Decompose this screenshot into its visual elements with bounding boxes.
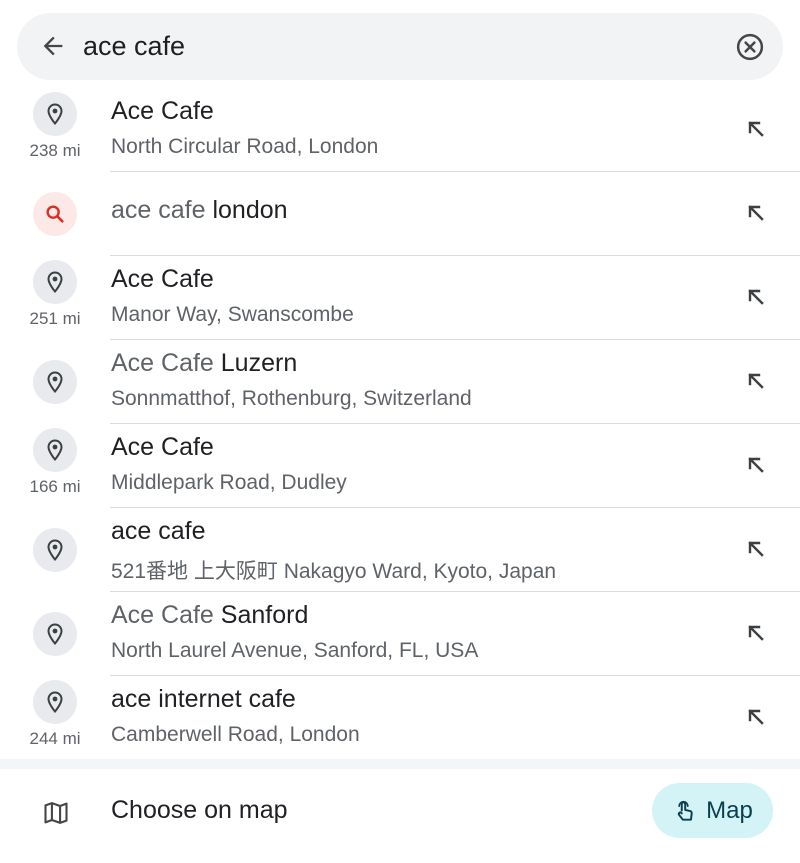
clear-search-button[interactable] [733, 30, 767, 64]
fill-query-button[interactable] [740, 617, 772, 649]
distance-label: 244 mi [29, 729, 81, 748]
result-address: 521番地 上大阪町 Nakagyo Ward, Kyoto, Japan [111, 560, 557, 583]
result-title-text: ace internet cafe [111, 685, 296, 713]
arrow-up-left-icon [748, 289, 764, 305]
place-suggestion-row[interactable]: Ace Cafe Sanford North Laurel Avenue, San… [0, 592, 800, 676]
result-address: Sonnmatthof, Rothenburg, Switzerland [111, 387, 472, 410]
fill-query-button[interactable] [740, 113, 772, 145]
result-title: ace cafe [111, 517, 206, 546]
result-icon [33, 528, 77, 572]
fill-query-button[interactable] [740, 365, 772, 397]
place-pin-icon [47, 439, 63, 462]
fill-query-button[interactable] [740, 449, 772, 481]
result-address: Manor Way, Swanscombe [111, 303, 354, 326]
suggestions-list: 238 mi Ace Cafe North Circular Road, Londo… [0, 88, 800, 760]
arrow-up-left-icon [748, 205, 764, 221]
search-input[interactable] [83, 25, 683, 67]
result-title-text: Luzern [220, 349, 298, 377]
place-pin-icon [47, 691, 63, 714]
result-title-text: Sanford [220, 601, 309, 629]
fill-query-button[interactable] [740, 281, 772, 313]
result-title-text: london [212, 196, 288, 224]
fill-query-button[interactable] [740, 197, 772, 229]
arrow-up-left-icon [748, 625, 764, 641]
place-suggestion-row[interactable]: Ace Cafe Luzern Sonnmatthof, Rothenburg, … [0, 340, 800, 424]
result-title: ace cafe london [111, 196, 288, 225]
result-title-text: ace cafe [111, 517, 206, 545]
distance-label: 166 mi [29, 477, 81, 496]
distance-label: 251 mi [29, 309, 81, 328]
place-suggestion-row[interactable]: 244 mi ace internet cafe Camberwell Road, … [0, 676, 800, 760]
result-title: Ace Cafe [111, 265, 214, 294]
query-suggestion-row[interactable]: ace cafe london [0, 172, 800, 256]
result-title-text: Ace Cafe [111, 433, 214, 461]
result-title-match: ace cafe [111, 196, 213, 224]
place-pin-icon [47, 623, 63, 646]
result-icon [33, 260, 77, 304]
place-suggestion-row[interactable]: ace cafe 521番地 上大阪町 Nakagyo Ward, Kyoto, … [0, 508, 800, 592]
result-title: Ace Cafe [111, 97, 214, 126]
result-icon [33, 428, 77, 472]
place-pin-icon [47, 271, 63, 294]
result-address: Camberwell Road, London [111, 723, 360, 746]
map-button[interactable]: Map [652, 783, 773, 838]
result-title-match: Ace Cafe [111, 601, 221, 629]
place-pin-icon [47, 103, 63, 126]
touch-icon [678, 800, 693, 821]
result-icon [33, 612, 77, 656]
result-title-text: Ace Cafe [111, 97, 214, 125]
result-address: North Circular Road, London [111, 135, 379, 158]
place-pin-icon [47, 371, 63, 394]
result-icon [33, 192, 77, 236]
place-suggestion-row[interactable]: 166 mi Ace Cafe Middlepark Road, Dudley [0, 424, 800, 508]
place-suggestion-row[interactable]: 251 mi Ace Cafe Manor Way, Swanscombe [0, 256, 800, 340]
arrow-up-left-icon [748, 373, 764, 389]
map-icon [40, 797, 72, 829]
result-address: North Laurel Avenue, Sanford, FL, USA [111, 639, 479, 662]
arrow-back-icon [43, 36, 63, 56]
result-icon [33, 360, 77, 404]
result-icon [33, 92, 77, 136]
search-icon [46, 205, 64, 223]
choose-on-map-row[interactable]: Choose on map Map [0, 769, 800, 863]
map-button-label: Map [706, 796, 753, 824]
arrow-up-left-icon [748, 457, 764, 473]
clear-circle-icon [736, 33, 764, 61]
arrow-up-left-icon [748, 709, 764, 725]
result-address: Middlepark Road, Dudley [111, 471, 347, 494]
fill-query-button[interactable] [740, 701, 772, 733]
result-title: Ace Cafe Luzern [111, 349, 297, 378]
result-title: ace internet cafe [111, 685, 296, 714]
result-title: Ace Cafe [111, 433, 214, 462]
section-divider [0, 759, 800, 769]
arrow-up-left-icon [748, 121, 764, 137]
place-suggestion-row[interactable]: 238 mi Ace Cafe North Circular Road, Londo… [0, 88, 800, 172]
choose-on-map-label: Choose on map [111, 796, 288, 824]
back-button[interactable] [37, 30, 69, 62]
result-title: Ace Cafe Sanford [111, 601, 308, 630]
result-title-text: Ace Cafe [111, 265, 214, 293]
arrow-up-left-icon [748, 541, 764, 557]
fill-query-button[interactable] [740, 533, 772, 565]
result-title-match: Ace Cafe [111, 349, 221, 377]
result-icon [33, 680, 77, 724]
distance-label: 238 mi [29, 141, 81, 160]
search-bar [17, 13, 783, 80]
place-pin-icon [47, 539, 63, 562]
